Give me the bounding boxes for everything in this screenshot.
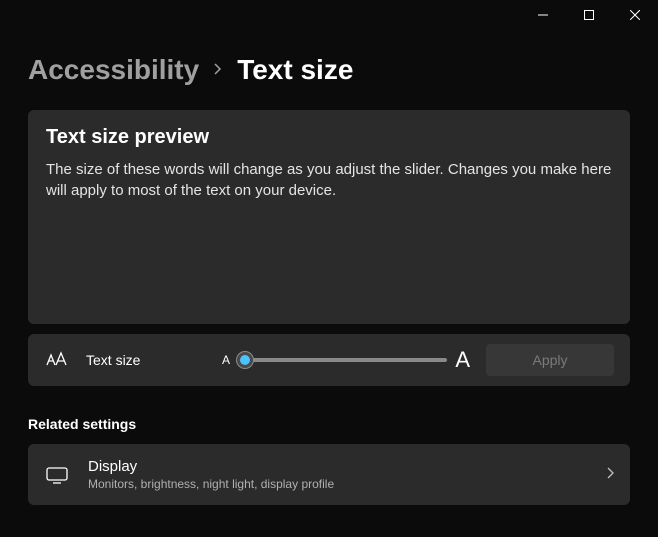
maximize-icon [584, 10, 594, 20]
page-title: Text size [237, 54, 353, 86]
breadcrumb-parent[interactable]: Accessibility [28, 54, 199, 86]
slider-min-marker: A [222, 353, 230, 367]
breadcrumb: Accessibility Text size [28, 54, 630, 86]
slider-max-marker: A [455, 347, 470, 373]
display-link-subtitle: Monitors, brightness, night light, displ… [88, 477, 588, 491]
close-icon [630, 10, 640, 20]
chevron-right-icon [213, 60, 223, 81]
display-link-title: Display [88, 458, 588, 475]
minimize-icon [538, 10, 548, 20]
apply-button[interactable]: Apply [486, 344, 614, 376]
chevron-right-icon [606, 466, 614, 484]
text-size-icon [44, 351, 70, 369]
display-settings-link[interactable]: Display Monitors, brightness, night ligh… [28, 444, 630, 505]
display-icon [44, 466, 70, 484]
slider-thumb[interactable] [236, 351, 254, 369]
slider-group: A A [222, 347, 470, 373]
preview-body: The size of these words will change as y… [46, 159, 612, 201]
text-size-slider[interactable] [238, 358, 447, 362]
window-maximize-button[interactable] [566, 0, 612, 30]
window-titlebar [0, 0, 658, 30]
window-close-button[interactable] [612, 0, 658, 30]
preview-title: Text size preview [46, 126, 612, 149]
window-minimize-button[interactable] [520, 0, 566, 30]
slider-thumb-indicator [240, 355, 250, 365]
text-size-preview-card: Text size preview The size of these word… [28, 110, 630, 324]
related-settings-header: Related settings [28, 416, 630, 432]
text-size-slider-row: Text size A A Apply [28, 334, 630, 386]
text-size-label: Text size [86, 352, 206, 368]
